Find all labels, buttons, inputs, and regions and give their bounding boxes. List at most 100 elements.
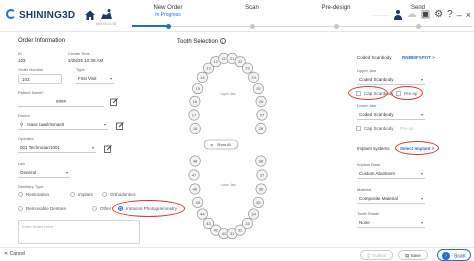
lower-tooth-34[interactable]: 34 bbox=[248, 208, 260, 220]
coded-scanbody-link[interactable]: RN880FSPOT > bbox=[402, 55, 435, 60]
implant-base-select[interactable]: Custom Abutment ▾ bbox=[357, 169, 425, 179]
upper-tooth-18[interactable]: 18 bbox=[189, 122, 201, 134]
upper-tooth-14[interactable]: 14 bbox=[196, 71, 208, 83]
doctor-value: Isaac tawil/IsmaelI bbox=[27, 122, 65, 127]
radio-icon bbox=[102, 192, 107, 197]
upper-tooth-27[interactable]: 27 bbox=[256, 109, 268, 121]
step-new-order[interactable]: New Order In Progress bbox=[138, 5, 198, 18]
upper-tooth-28[interactable]: 28 bbox=[255, 122, 267, 134]
lower-tooth-48[interactable]: 48 bbox=[189, 155, 201, 167]
order-number-input[interactable]: 103 bbox=[18, 74, 62, 84]
edit-icon[interactable] bbox=[110, 98, 118, 106]
pre-op-lower-checkbox[interactable]: Pre-op bbox=[400, 126, 414, 131]
chevron-down-icon: ▾ bbox=[420, 77, 423, 82]
lower-tooth-33[interactable]: 33 bbox=[242, 218, 254, 230]
save-button[interactable]: ▤ Save bbox=[398, 250, 428, 260]
radio-selected-icon bbox=[118, 206, 123, 211]
tooth-shade-select[interactable]: None ▾ bbox=[357, 218, 425, 228]
scan-button[interactable]: › Scan bbox=[437, 249, 471, 261]
lower-tooth-45[interactable]: 45 bbox=[192, 196, 204, 208]
operator-value: 001 Technician1001 bbox=[20, 145, 60, 150]
edit-icon[interactable] bbox=[104, 145, 112, 153]
gear-icon[interactable]: ⚙ bbox=[434, 9, 443, 21]
outline-button[interactable]: ⎙ Outline bbox=[360, 250, 394, 260]
order-info-title: Order Information bbox=[18, 38, 66, 44]
radio-restoration[interactable]: Restoration bbox=[18, 192, 49, 197]
tooth-number: 31 bbox=[230, 231, 235, 236]
edit-icon[interactable] bbox=[116, 122, 124, 130]
tooth-number: 41 bbox=[222, 231, 227, 236]
cloud-icon[interactable]: ☁ bbox=[407, 9, 417, 21]
tooth-chart: 1817161514131211 2122232425262728 4847464… bbox=[188, 52, 268, 240]
lab-select[interactable]: General ▾ bbox=[18, 168, 70, 178]
cancel-button[interactable]: ✕ Cancel bbox=[4, 251, 25, 257]
tooth-selection-title: Tooth Selection i bbox=[177, 38, 226, 45]
progress-track bbox=[132, 26, 472, 27]
info-icon[interactable]: i bbox=[219, 38, 226, 44]
tooth-number: 23 bbox=[245, 66, 250, 71]
radio-orthodontics[interactable]: Orthodontics bbox=[102, 192, 136, 197]
patient-input[interactable]: #### bbox=[18, 97, 104, 107]
close-icon[interactable]: × bbox=[466, 9, 471, 21]
chevron-down-icon: ▾ bbox=[420, 171, 423, 176]
person-icon: ⚲ bbox=[20, 122, 24, 127]
lower-tooth-44[interactable]: 44 bbox=[196, 208, 208, 220]
radio-implant[interactable]: Implant bbox=[70, 192, 93, 197]
window-controls: —— —— ☁ ▣ ⚙ ? – × bbox=[373, 9, 471, 21]
show-all-button[interactable]: ✕ Show All bbox=[203, 139, 239, 150]
step-dot bbox=[416, 23, 421, 29]
brand-name: SHINING3D bbox=[19, 10, 76, 21]
lower-tooth-46[interactable]: 46 bbox=[189, 183, 201, 195]
step-dot bbox=[250, 23, 255, 29]
material-select[interactable]: Composite Material ▾ bbox=[357, 194, 425, 204]
tooth-number: 36 bbox=[259, 187, 264, 192]
upper-tooth-15[interactable]: 15 bbox=[192, 83, 204, 95]
close-icon: ✕ bbox=[210, 143, 213, 148]
radio-other[interactable]: Other bbox=[92, 206, 111, 211]
minimize-icon[interactable]: – bbox=[457, 9, 462, 21]
upper-tooth-23[interactable]: 23 bbox=[242, 62, 254, 74]
screen-icon[interactable]: ▣ bbox=[421, 9, 430, 21]
upper-jaw-value: Coded Scanbody bbox=[359, 77, 394, 82]
arrow-right-icon: › bbox=[442, 252, 450, 260]
radio-label: Implant bbox=[78, 192, 93, 197]
lower-tooth-36[interactable]: 36 bbox=[255, 183, 267, 195]
tooth-number: 32 bbox=[238, 228, 243, 233]
upper-jaw-select[interactable]: Coded Scanbody ▾ bbox=[357, 75, 425, 85]
select-implant-link[interactable]: Select Implant > bbox=[400, 146, 434, 151]
implant-base-value: Custom Abutment bbox=[359, 171, 395, 176]
pre-op-checkbox[interactable]: Pre-op bbox=[396, 91, 418, 96]
tooth-shade-label: Tooth Shade bbox=[357, 211, 380, 216]
cap-scanbody-lower-checkbox[interactable]: Cap Scanbody bbox=[356, 126, 394, 131]
upper-tooth-25[interactable]: 25 bbox=[252, 83, 264, 95]
type-select[interactable]: First Visit ▾ bbox=[76, 74, 114, 84]
upper-tooth-26[interactable]: 26 bbox=[255, 95, 267, 107]
notes-textarea[interactable]: Enter Notes Here bbox=[18, 220, 140, 244]
checkbox-icon bbox=[396, 91, 401, 96]
lower-jaw-select[interactable]: Coded Scanbody ▾ bbox=[357, 110, 425, 120]
lower-tooth-38[interactable]: 38 bbox=[255, 155, 267, 167]
tooth-number: 18 bbox=[193, 126, 198, 131]
lower-tooth-35[interactable]: 35 bbox=[252, 196, 264, 208]
upper-tooth-24[interactable]: 24 bbox=[248, 71, 260, 83]
step-scan[interactable]: Scan bbox=[222, 5, 282, 11]
lower-tooth-47[interactable]: 47 bbox=[188, 169, 200, 181]
upper-tooth-16[interactable]: 16 bbox=[189, 95, 201, 107]
help-icon[interactable]: ? bbox=[447, 9, 453, 21]
upper-tooth-17[interactable]: 17 bbox=[188, 109, 200, 121]
home-icon[interactable] bbox=[84, 9, 96, 21]
step-pre-design[interactable]: Pre-design bbox=[306, 5, 366, 11]
doctor-label: Doctor bbox=[18, 113, 30, 118]
operator-select[interactable]: 001 Technician1001 ▾ bbox=[18, 143, 96, 153]
checkbox-label: Cap Scanbody bbox=[364, 126, 394, 131]
cap-scanbody-checkbox[interactable]: Cap Scanbody bbox=[356, 91, 394, 96]
lab-label: Lab bbox=[18, 161, 25, 166]
tooth-number: 48 bbox=[193, 158, 198, 163]
chevron-down-icon: ▾ bbox=[65, 170, 68, 175]
lower-tooth-37[interactable]: 37 bbox=[256, 169, 268, 181]
radio-removable-denture[interactable]: Removable Denture bbox=[18, 206, 66, 211]
tooth-number: 43 bbox=[206, 221, 211, 226]
step-dot bbox=[334, 23, 339, 29]
user-icon[interactable] bbox=[394, 10, 403, 20]
doctor-select[interactable]: ⚲ Isaac tawil/IsmaelI ▾ bbox=[18, 120, 108, 130]
